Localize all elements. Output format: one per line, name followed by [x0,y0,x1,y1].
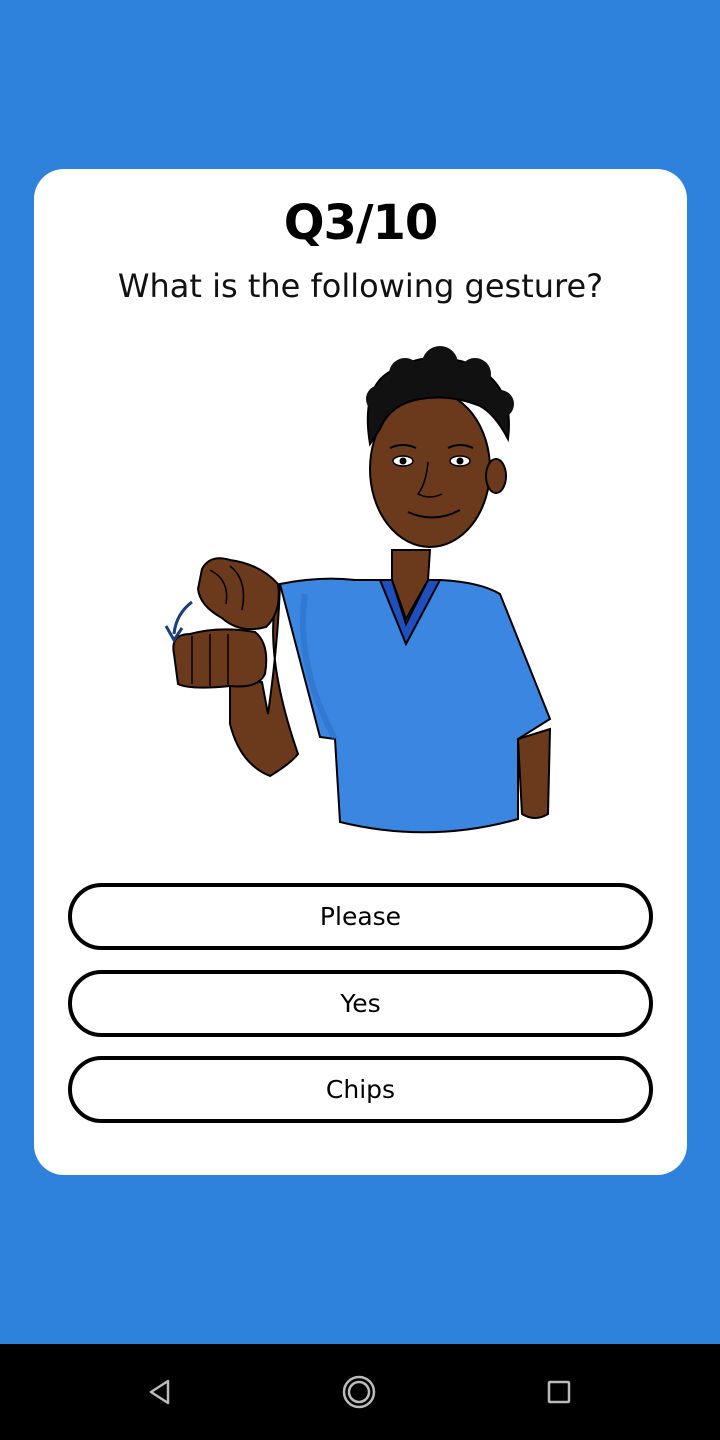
answer-button-2[interactable]: Yes [68,970,653,1037]
quiz-card: Q3/10 What is the following gesture? Ple… [34,169,687,1175]
answer-button-3[interactable]: Chips [68,1056,653,1123]
question-text: What is the following gesture? [117,267,604,305]
answer-button-1[interactable]: Please [68,883,653,950]
home-icon[interactable] [337,1370,381,1414]
recent-apps-icon[interactable] [537,1370,581,1414]
gesture-illustration [164,346,552,834]
back-icon[interactable] [138,1370,182,1414]
question-progress: Q3/10 [283,195,439,251]
system-navigation-bar [0,1344,720,1440]
